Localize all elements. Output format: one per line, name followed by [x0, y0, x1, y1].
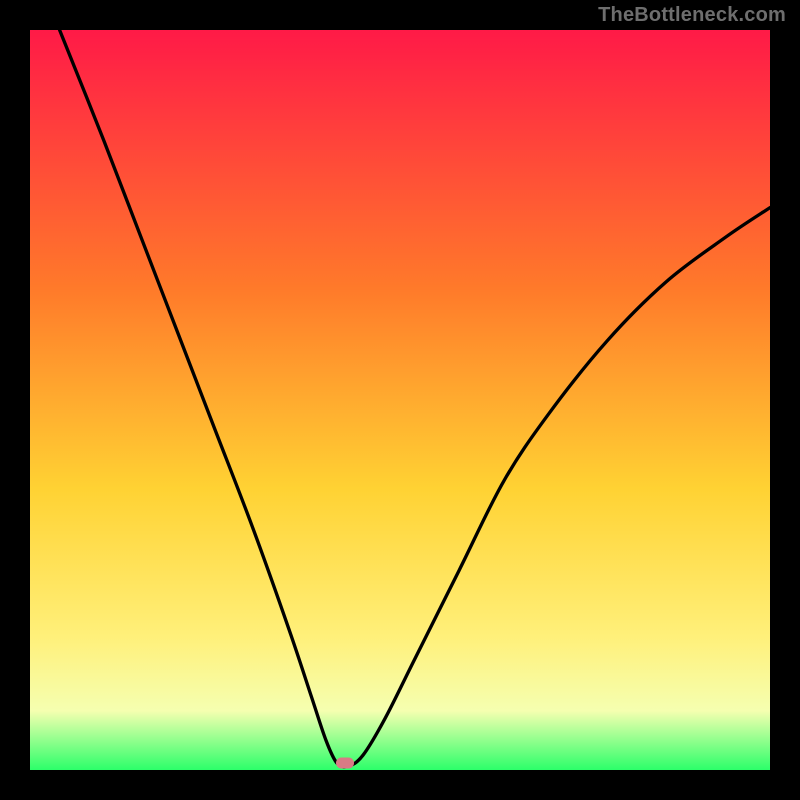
min-marker [336, 758, 354, 769]
chart-frame: TheBottleneck.com [0, 0, 800, 800]
plot-area [30, 30, 770, 770]
bottleneck-curve [30, 30, 770, 770]
watermark-text: TheBottleneck.com [598, 4, 786, 27]
